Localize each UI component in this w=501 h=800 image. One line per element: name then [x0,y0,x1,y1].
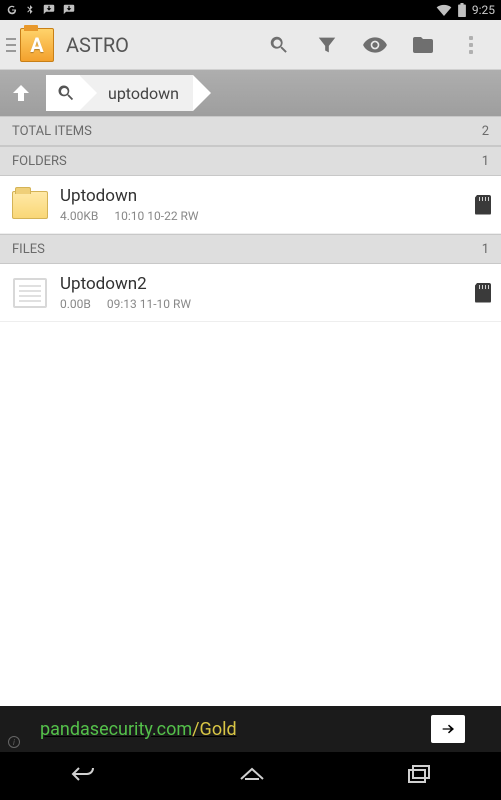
arrow-up-icon [9,81,33,105]
ad-go-button[interactable] [431,715,465,743]
status-time: 9:25 [472,3,495,17]
overflow-button[interactable] [447,21,495,69]
search-icon [56,83,76,103]
view-button[interactable] [351,21,399,69]
status-bar: 9:25 [0,0,501,20]
storage-indicator [475,195,491,215]
file-icon [10,273,50,313]
wifi-icon [436,4,452,16]
new-folder-button[interactable] [399,21,447,69]
sd-card-icon [475,283,491,303]
breadcrumb-current[interactable]: uptodown [80,75,193,111]
folder-add-icon [411,33,435,57]
recents-button[interactable] [406,764,432,788]
app-icon[interactable]: A [20,28,54,62]
item-meta: 4.00KB 10:10 10-22 RW [60,209,199,223]
battery-icon [458,3,466,17]
ad-text-1: pandasecurity.com [40,719,192,740]
item-name: Uptodown [60,186,199,206]
recents-icon [406,764,432,784]
eye-icon [362,32,388,58]
storage-indicator [475,283,491,303]
google-icon [6,4,18,16]
path-bar: uptodown [0,70,501,116]
up-button[interactable] [0,70,42,116]
search-button[interactable] [255,21,303,69]
home-icon [237,763,267,785]
ad-banner[interactable]: i pandasecurity.com/Gold [0,706,501,752]
filter-icon [316,34,338,56]
ad-text-2: /Gold [192,719,236,740]
back-icon [69,762,99,786]
arrow-right-icon [438,721,458,737]
app-title: ASTRO [66,33,129,57]
sd-card-icon [475,195,491,215]
download-icon [62,3,76,17]
ad-info-icon: i [8,736,20,748]
filter-button[interactable] [303,21,351,69]
item-meta: 0.00B 09:13 11-10 RW [60,297,191,311]
file-row[interactable]: Uptodown2 0.00B 09:13 11-10 RW [0,264,501,322]
item-name: Uptodown2 [60,274,191,294]
download-icon [42,3,56,17]
back-button[interactable] [69,762,99,790]
folder-row[interactable]: Uptodown 4.00KB 10:10 10-22 RW [0,176,501,234]
folder-icon [10,185,50,225]
section-total: TOTAL ITEMS 2 [0,116,501,146]
bluetooth-icon [24,4,36,16]
content: TOTAL ITEMS 2 FOLDERS 1 Uptodown 4.00KB … [0,116,501,706]
section-folders: FOLDERS 1 [0,146,501,176]
overflow-icon [469,36,473,54]
drawer-icon[interactable] [6,37,16,53]
nav-bar [0,752,501,800]
action-bar: A ASTRO [0,20,501,70]
home-button[interactable] [237,763,267,789]
search-icon [268,34,290,56]
section-files: FILES 1 [0,234,501,264]
